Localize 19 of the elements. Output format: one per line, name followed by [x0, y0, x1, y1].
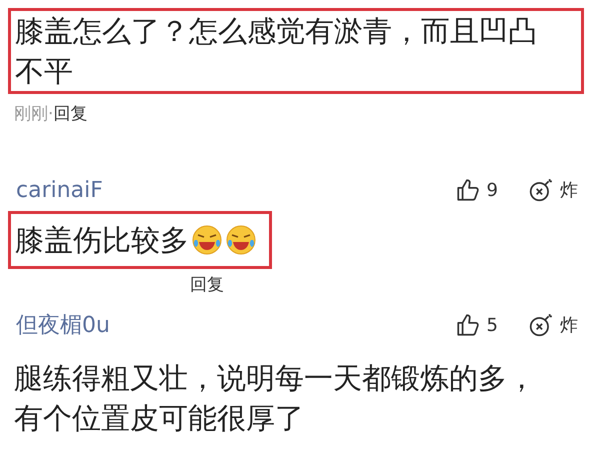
comment-text: 膝盖伤比较多: [15, 222, 189, 259]
username: 但夜楣0u: [16, 312, 110, 340]
bomb-label[interactable]: 炸: [560, 178, 578, 202]
laughing-emoji-icon: [191, 224, 223, 256]
bomb-icon[interactable]: [528, 312, 554, 338]
reply-link[interactable]: 回复: [53, 104, 88, 124]
laughing-emoji-icon: [225, 224, 257, 256]
thumbs-up-icon[interactable]: [454, 312, 481, 338]
like-count: 5: [486, 314, 498, 336]
separator-dot: ·: [48, 104, 54, 124]
bomb-label[interactable]: 炸: [560, 313, 578, 337]
comment-text: 腿练得粗又壮，说明每一天都锻炼的多，有个位置皮可能很厚了: [14, 361, 536, 435]
like-count: 9: [486, 180, 498, 200]
comment-text: 膝盖怎么了？怎么感觉有淤青，而且凹凸不平: [8, 8, 584, 94]
reply-link[interactable]: 回复: [190, 273, 594, 296]
bomb-icon[interactable]: [528, 177, 554, 203]
username: carinaiF: [16, 178, 103, 202]
timestamp: 刚刚: [14, 104, 48, 124]
thumbs-up-icon[interactable]: [454, 177, 481, 203]
